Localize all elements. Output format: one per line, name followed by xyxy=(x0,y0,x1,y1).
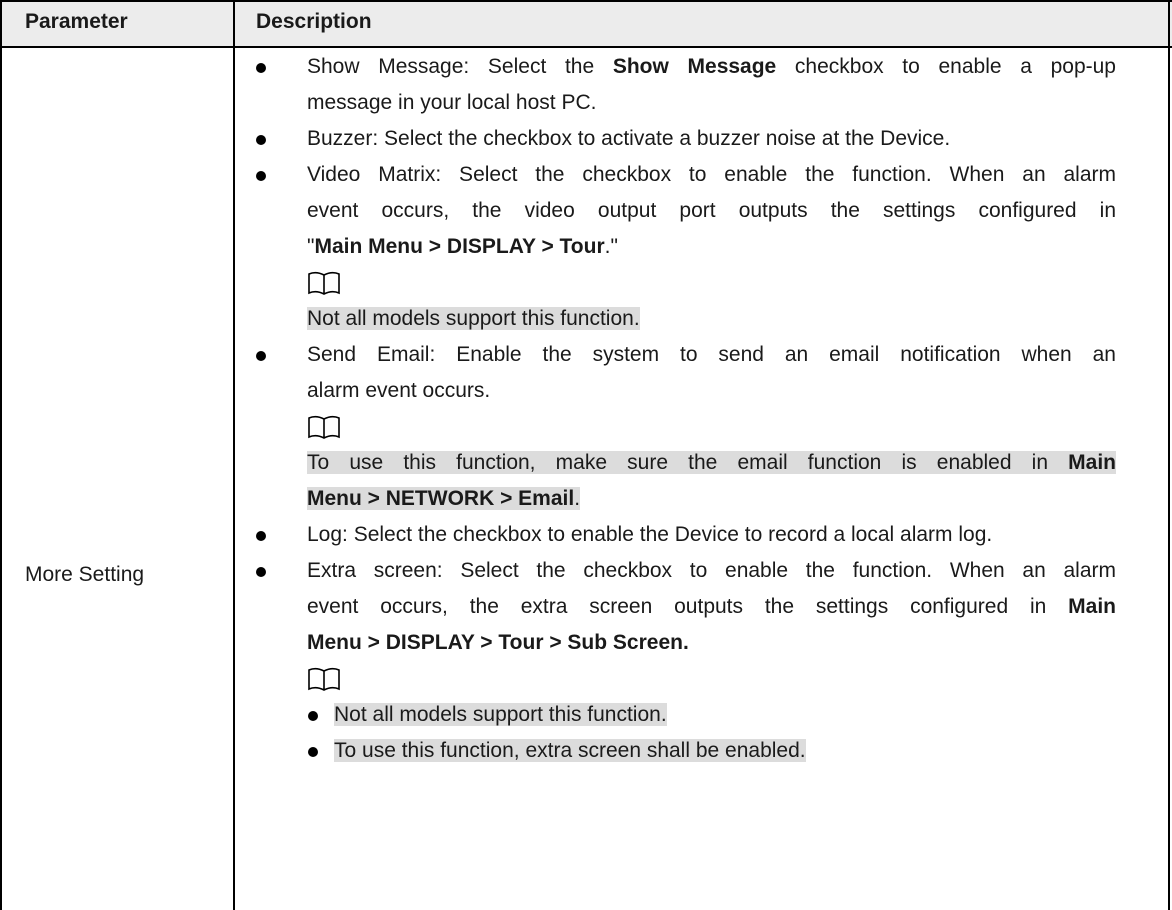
list-item: Buzzer: Select the checkbox to activate … xyxy=(256,121,1116,157)
table-border-left xyxy=(0,0,2,910)
book-note-icon xyxy=(308,667,340,691)
list-item: Extra screen: Select the checkbox to ena… xyxy=(256,553,1116,589)
description-cell: Show Message: Select the Show Message ch… xyxy=(256,49,1116,769)
note-icon-row xyxy=(256,661,1116,697)
note-icon-row xyxy=(256,409,1116,445)
bullet-icon xyxy=(256,567,266,577)
list-item: Show Message: Select the Show Message ch… xyxy=(256,49,1116,85)
note-icon-row xyxy=(256,265,1116,301)
book-note-icon xyxy=(308,415,340,439)
bullet-icon xyxy=(308,711,318,721)
bullet-icon xyxy=(256,135,266,145)
list-item: Video Matrix: Select the checkbox to ena… xyxy=(256,157,1116,193)
list-item-continued: Menu > DISPLAY > Tour > Sub Screen. xyxy=(307,631,689,654)
column-divider xyxy=(233,0,235,910)
header-description: Description xyxy=(256,10,372,33)
note-text-continued: Menu > NETWORK > Email. xyxy=(307,487,581,510)
list-item-continued: event occurs, the video output port outp… xyxy=(307,199,1116,222)
list-item-continued: alarm event occurs. xyxy=(307,379,491,402)
table-header xyxy=(0,0,1172,46)
note-text: Not all models support this function. xyxy=(307,307,640,330)
note-list-item: Not all models support this function. xyxy=(256,697,1116,733)
header-parameter: Parameter xyxy=(25,10,128,33)
bullet-icon xyxy=(256,171,266,181)
book-note-icon xyxy=(308,271,340,295)
bullet-icon xyxy=(256,63,266,73)
parameter-table: Parameter Description More Setting Show … xyxy=(0,0,1172,910)
bullet-icon xyxy=(256,351,266,361)
header-divider xyxy=(0,46,1172,48)
list-item-continued: message in your local host PC. xyxy=(307,91,597,114)
table-border-right xyxy=(1168,0,1170,910)
note-list-item: To use this function, extra screen shall… xyxy=(256,733,1116,769)
list-item: Send Email: Enable the system to send an… xyxy=(256,337,1116,373)
table-border-top xyxy=(0,0,1172,2)
list-item-continued: "Main Menu > DISPLAY > Tour." xyxy=(307,235,618,258)
note-text: To use this function, make sure the emai… xyxy=(307,451,1116,474)
bullet-icon xyxy=(256,531,266,541)
bullet-icon xyxy=(308,747,318,757)
parameter-more-setting: More Setting xyxy=(25,563,145,586)
list-item: Log: Select the checkbox to enable the D… xyxy=(256,517,1116,553)
list-item-continued: event occurs, the extra screen outputs t… xyxy=(307,595,1116,618)
